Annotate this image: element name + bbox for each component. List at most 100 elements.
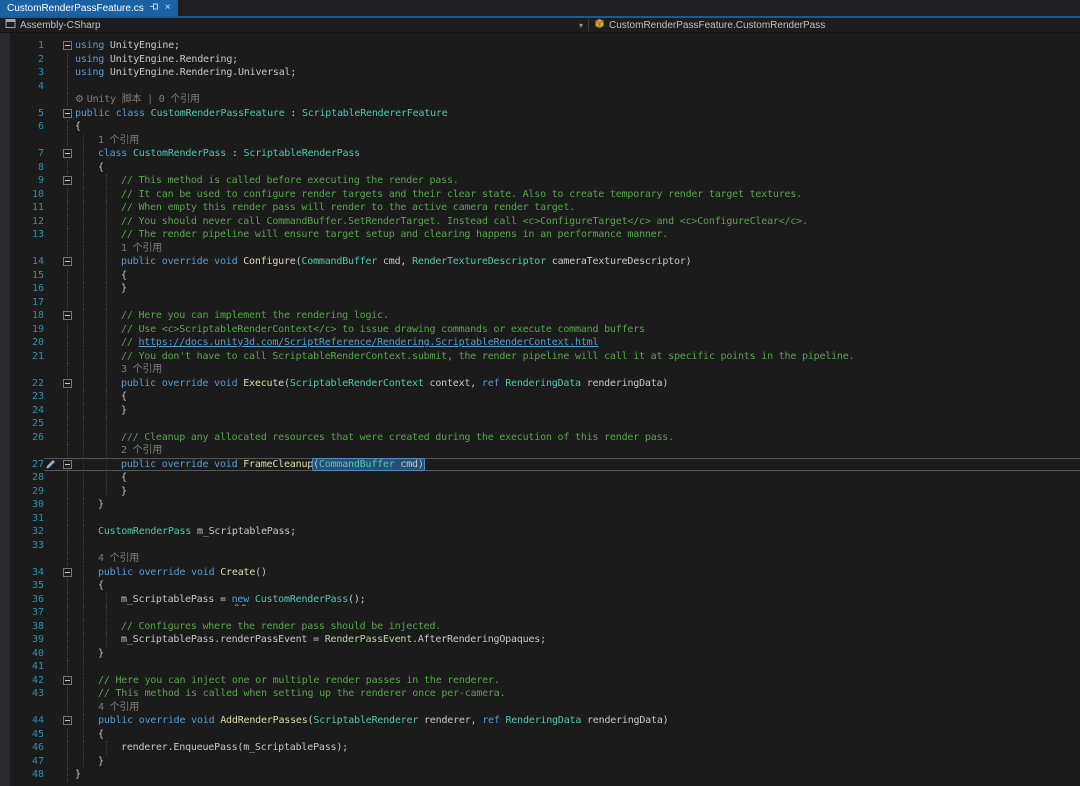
code-line[interactable]: 28 { — [0, 471, 1080, 485]
code-line[interactable]: 38 // Configures where the render pass sh… — [0, 619, 1080, 634]
code-line[interactable]: 40} — [0, 646, 1080, 661]
code-line[interactable]: 7 class CustomRenderPass : ScriptableRend… — [0, 147, 1080, 161]
code-line[interactable]: 33 — [0, 538, 1080, 553]
breakpoint-margin[interactable] — [0, 323, 10, 337]
breakpoint-margin[interactable] — [0, 485, 10, 499]
fold-toggle-icon[interactable] — [63, 257, 72, 267]
breakpoint-margin[interactable] — [0, 566, 10, 580]
breakpoint-margin[interactable] — [0, 687, 10, 701]
breakpoint-margin[interactable] — [0, 471, 10, 485]
code-line[interactable]: 39 m_ScriptablePass.renderPassEvent = Ren… — [0, 633, 1080, 647]
codelens-row[interactable]: 3 个引用 — [0, 363, 1080, 377]
breakpoint-margin[interactable] — [0, 647, 10, 661]
breakpoint-margin[interactable] — [0, 620, 10, 634]
codelens-row[interactable]: 4 个引用 — [0, 700, 1080, 715]
breakpoint-margin[interactable] — [0, 228, 10, 242]
breakpoint-margin[interactable] — [0, 174, 10, 188]
codelens-row[interactable]: 1 个引用 — [0, 241, 1080, 256]
code-editor[interactable]: 1 using UnityEngine; 2 using UnityEngine.Re… — [0, 33, 1080, 786]
code-line[interactable]: 4 — [0, 79, 1080, 94]
code-line[interactable]: 29} — [0, 484, 1080, 499]
breakpoint-margin[interactable] — [0, 350, 10, 364]
breakpoint-margin[interactable] — [0, 215, 10, 229]
code-line[interactable]: 24} — [0, 403, 1080, 417]
code-line[interactable]: 15 { — [0, 268, 1080, 282]
breakpoint-margin[interactable] — [0, 701, 10, 715]
code-line[interactable]: 10 // It can be used to configure render … — [0, 187, 1080, 201]
codelens-row[interactable]: ⚙ Unity 脚本 | 0 个引用 — [0, 93, 1080, 107]
code-line[interactable]: 42 // Here you can inject one or multiple… — [0, 673, 1080, 688]
codelens-label[interactable]: 1 个引用 — [121, 243, 162, 254]
codelens-row[interactable]: 1 个引用 — [0, 133, 1080, 148]
code-line[interactable]: 14 public override void Configure(Command… — [0, 255, 1080, 269]
breakpoint-margin[interactable] — [0, 39, 10, 53]
code-line[interactable]: 43 // This method is called when setting … — [0, 687, 1080, 701]
fold-toggle-icon[interactable] — [63, 716, 72, 726]
breakpoint-margin[interactable] — [0, 363, 10, 377]
breakpoint-margin[interactable] — [0, 80, 10, 94]
pin-icon[interactable] — [150, 2, 159, 14]
code-line[interactable]: 8{ — [0, 160, 1080, 175]
breakpoint-margin[interactable] — [0, 120, 10, 134]
breakpoint-margin[interactable] — [0, 431, 10, 445]
code-line[interactable]: 31 — [0, 511, 1080, 526]
codelens-label[interactable]: 1 个引用 — [98, 135, 139, 146]
breakpoint-margin[interactable] — [0, 674, 10, 688]
code-line[interactable]: 16} — [0, 282, 1080, 296]
breakpoint-margin[interactable] — [0, 390, 10, 404]
breakpoint-margin[interactable] — [0, 336, 10, 350]
fold-toggle-icon[interactable] — [63, 567, 72, 577]
breakpoint-margin[interactable] — [0, 525, 10, 539]
codelens-row[interactable]: 2 个引用 — [0, 444, 1080, 458]
breakpoint-margin[interactable] — [0, 93, 10, 107]
code-line[interactable]: 41 — [0, 660, 1080, 674]
breakpoint-margin[interactable] — [0, 107, 10, 121]
code-line[interactable]: 45 { — [0, 727, 1080, 741]
code-line[interactable]: 32 CustomRenderPass m_ScriptablePass; — [0, 525, 1080, 539]
codelens-label[interactable]: 3 个引用 — [121, 364, 162, 375]
code-line[interactable]: 30} — [0, 498, 1080, 512]
breakpoint-margin[interactable] — [0, 255, 10, 269]
tab-customrenderpassfeature[interactable]: CustomRenderPassFeature.cs × — [0, 0, 178, 16]
fold-toggle-icon[interactable] — [63, 176, 72, 186]
code-line[interactable]: 44 public override void AddRenderPasses(S… — [0, 714, 1080, 728]
breakpoint-margin[interactable] — [0, 606, 10, 620]
breakpoint-margin[interactable] — [0, 147, 10, 161]
code-line[interactable]: 3 using UnityEngine.Rendering.Universal; — [0, 66, 1080, 80]
code-line[interactable]: 17 — [0, 295, 1080, 309]
breakpoint-margin[interactable] — [0, 309, 10, 323]
code-line[interactable]: 34 public override void Create() — [0, 565, 1080, 580]
code-line[interactable]: 20 // https://docs.unity3d.com/ScriptRefe… — [0, 336, 1080, 350]
fold-toggle-icon[interactable] — [63, 149, 72, 159]
code-line[interactable]: 2 using UnityEngine.Rendering; — [0, 52, 1080, 67]
code-line[interactable]: 37 — [0, 606, 1080, 620]
breakpoint-margin[interactable] — [0, 593, 10, 607]
breakpoint-margin[interactable] — [0, 201, 10, 215]
code-line[interactable]: 48} — [0, 768, 1080, 782]
breakpoint-margin[interactable] — [0, 53, 10, 67]
breakpoint-margin[interactable] — [0, 417, 10, 431]
breakpoint-margin[interactable] — [0, 539, 10, 553]
code-line[interactable]: 5 public class CustomRenderPassFeature : … — [0, 107, 1080, 121]
code-line[interactable]: 6{ — [0, 120, 1080, 134]
breakpoint-margin[interactable] — [0, 134, 10, 148]
code-line[interactable]: 46 renderer.EnqueuePass(m_ScriptablePass)… — [0, 741, 1080, 755]
code-line[interactable]: 47} — [0, 754, 1080, 768]
code-line[interactable]: 27 public override void FrameCleanup(Comm… — [0, 457, 1080, 471]
code-line[interactable]: 22 public override void Execute(Scriptabl… — [0, 376, 1080, 390]
code-line[interactable]: 1 using UnityEngine; — [0, 39, 1080, 53]
fold-toggle-icon[interactable] — [63, 459, 72, 469]
breakpoint-margin[interactable] — [0, 161, 10, 175]
breakpoint-margin[interactable] — [0, 512, 10, 526]
breakpoint-margin[interactable] — [0, 282, 10, 296]
code-line[interactable]: 12 // You should never call CommandBuffer… — [0, 214, 1080, 229]
member-dropdown[interactable]: CustomRenderPassFeature.CustomRenderPass — [589, 18, 830, 32]
breakpoint-margin[interactable] — [0, 242, 10, 256]
breakpoint-margin[interactable] — [0, 498, 10, 512]
code-line[interactable]: 35 { — [0, 579, 1080, 593]
code-line[interactable]: 18 // Here you can implement the renderin… — [0, 309, 1080, 323]
code-line[interactable]: 23 { — [0, 390, 1080, 404]
code-line[interactable]: 26 /// Cleanup any allocated resources th… — [0, 430, 1080, 445]
breakpoint-margin[interactable] — [0, 66, 10, 80]
code-line[interactable]: 21 // You don't have to call ScriptableRe… — [0, 349, 1080, 364]
